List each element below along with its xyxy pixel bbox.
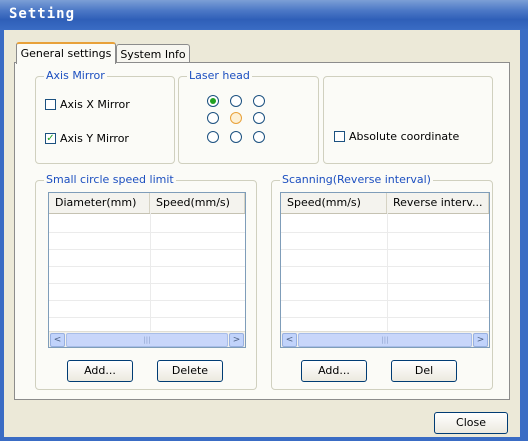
window-frame-right xyxy=(520,30,528,441)
axis-mirror-group: Axis Mirror Axis X Mirror ✓ Axis Y Mirro… xyxy=(35,69,175,164)
window-frame-left xyxy=(0,30,4,441)
grid-line xyxy=(281,317,489,318)
small-circle-speed-limit-group: Small circle speed limit Diameter(mm) Sp… xyxy=(35,173,257,390)
laser-head-radio-7[interactable] xyxy=(207,131,219,143)
small-circle-legend: Small circle speed limit xyxy=(44,173,176,187)
scrollbar-thumb[interactable]: ||| xyxy=(298,333,472,347)
tab-label: System Info xyxy=(120,48,186,61)
laser-head-radio-8[interactable] xyxy=(230,131,242,143)
small-circle-table[interactable]: Diameter(mm) Speed(mm/s) < ||| > xyxy=(48,192,246,348)
column-header-speed[interactable]: Speed(mm/s) xyxy=(150,193,245,213)
absolute-coordinate-checkbox[interactable]: Absolute coordinate xyxy=(334,130,459,143)
window-title: Setting xyxy=(9,6,76,22)
laser-head-radio-5[interactable] xyxy=(230,112,242,124)
laser-head-radio-4[interactable] xyxy=(207,112,219,124)
grid-line xyxy=(49,249,245,250)
check-mark-icon[interactable]: ✓ xyxy=(45,133,56,144)
grid-line xyxy=(281,300,489,301)
scanning-legend: Scanning(Reverse interval) xyxy=(280,173,433,187)
tab-general-settings[interactable]: General settings xyxy=(16,42,116,64)
table-header: Speed(mm/s) Reverse interv... xyxy=(281,193,489,214)
scroll-right-icon[interactable]: > xyxy=(473,333,488,347)
laser-head-group: Laser head xyxy=(178,69,319,164)
grid-line xyxy=(49,266,245,267)
window-frame-bottom xyxy=(0,437,528,441)
axis-y-mirror-label: Axis Y Mirror xyxy=(60,132,129,145)
scanning-del-button[interactable]: Del xyxy=(391,360,457,382)
scanning-table[interactable]: Speed(mm/s) Reverse interv... < ||| > xyxy=(280,192,490,348)
axis-mirror-legend: Axis Mirror xyxy=(44,69,107,83)
scrollbar-thumb[interactable]: ||| xyxy=(66,333,228,347)
grid-line xyxy=(49,300,245,301)
axis-x-mirror-checkbox[interactable]: Axis X Mirror xyxy=(45,98,130,111)
column-divider xyxy=(150,213,151,331)
title-bar[interactable]: Setting xyxy=(0,0,528,30)
grid-line xyxy=(281,266,489,267)
horizontal-scrollbar[interactable]: < ||| > xyxy=(49,331,245,347)
general-settings-panel: Axis Mirror Axis X Mirror ✓ Axis Y Mirro… xyxy=(14,62,510,400)
laser-head-radio-2[interactable] xyxy=(230,95,242,107)
tab-label: General settings xyxy=(20,47,112,60)
column-header-reverse-interval[interactable]: Reverse interv... xyxy=(387,193,489,213)
axis-y-mirror-checkbox[interactable]: ✓ Axis Y Mirror xyxy=(45,132,129,145)
small-circle-delete-button[interactable]: Delete xyxy=(157,360,223,382)
tab-system-info[interactable]: System Info xyxy=(116,44,190,64)
setting-dialog: Setting General settings System Info Axi… xyxy=(0,0,528,441)
scanning-add-button[interactable]: Add... xyxy=(301,360,367,382)
laser-head-legend: Laser head xyxy=(187,69,252,83)
horizontal-scrollbar[interactable]: < ||| > xyxy=(281,331,489,347)
scroll-right-icon[interactable]: > xyxy=(229,333,244,347)
grid-line xyxy=(49,232,245,233)
close-button[interactable]: Close xyxy=(434,412,508,434)
table-header: Diameter(mm) Speed(mm/s) xyxy=(49,193,245,214)
absolute-coordinate-label: Absolute coordinate xyxy=(349,130,460,143)
grid-line xyxy=(281,249,489,250)
grid-line xyxy=(281,232,489,233)
scanning-reverse-interval-group: Scanning(Reverse interval) Speed(mm/s) R… xyxy=(271,173,493,390)
axis-x-mirror-label: Axis X Mirror xyxy=(60,98,130,111)
checkbox-box[interactable] xyxy=(45,99,56,110)
column-header-diameter[interactable]: Diameter(mm) xyxy=(49,193,150,213)
scroll-left-icon[interactable]: < xyxy=(50,333,65,347)
laser-head-radio-3[interactable] xyxy=(253,95,265,107)
grid-line xyxy=(49,283,245,284)
laser-head-radio-9[interactable] xyxy=(253,131,265,143)
column-divider xyxy=(387,213,388,331)
laser-head-radio-6[interactable] xyxy=(253,112,265,124)
grid-line xyxy=(281,283,489,284)
small-circle-add-button[interactable]: Add... xyxy=(67,360,133,382)
grid-line xyxy=(49,317,245,318)
laser-head-radio-1[interactable] xyxy=(207,95,219,107)
column-header-speed[interactable]: Speed(mm/s) xyxy=(281,193,387,213)
checkbox-box[interactable] xyxy=(334,131,345,142)
absolute-coordinate-group: Absolute coordinate xyxy=(323,76,493,164)
scroll-left-icon[interactable]: < xyxy=(282,333,297,347)
